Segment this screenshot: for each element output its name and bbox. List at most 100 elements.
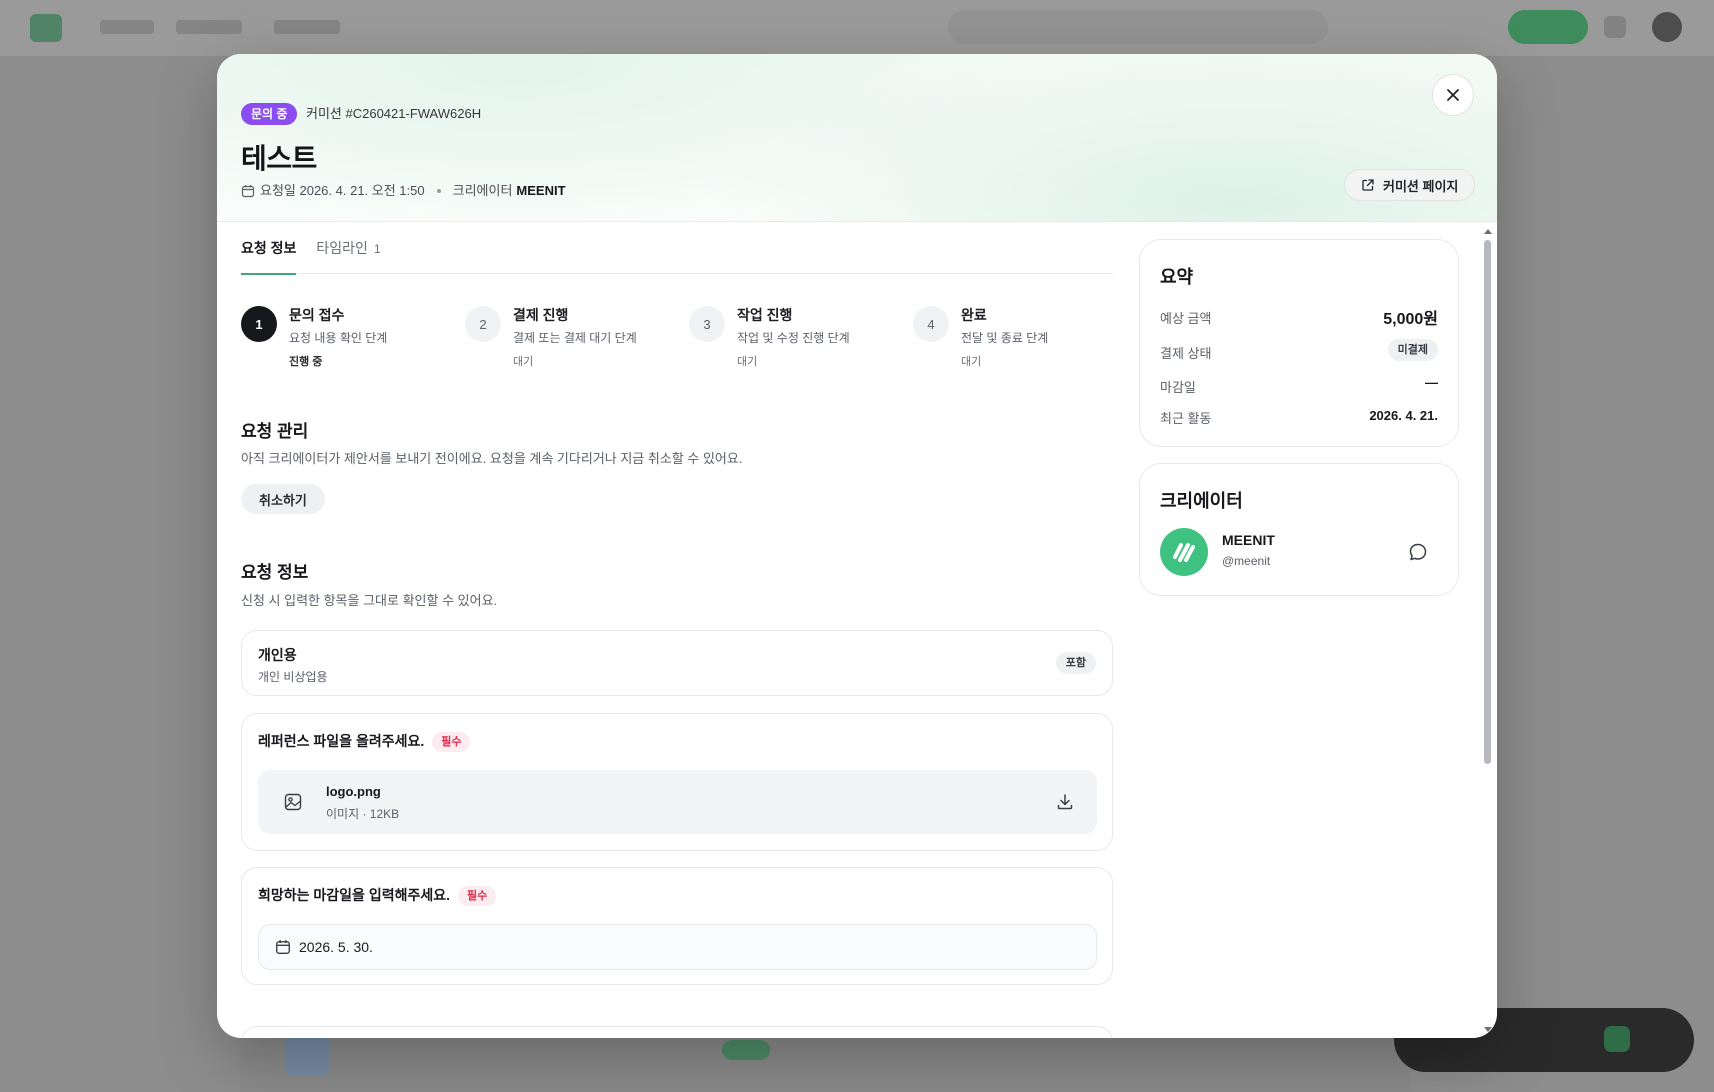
- background-thumbnail: [285, 1036, 329, 1076]
- file-size: 12KB: [369, 807, 400, 821]
- step-complete: 4 완료전달 및 종료 단계대기: [913, 306, 1137, 369]
- commission-code: 커미션 #C260421-FWAW626H: [306, 106, 482, 121]
- background-nav-item: [100, 20, 154, 34]
- file-name: logo.png: [326, 784, 381, 799]
- close-button[interactable]: [1432, 74, 1474, 116]
- file-type: 이미지: [326, 807, 360, 821]
- background-bell-icon: [1604, 16, 1626, 38]
- step-number: 4: [913, 306, 949, 342]
- next-card: [241, 1026, 1113, 1038]
- tab-count: 1: [373, 242, 381, 256]
- commission-page-button[interactable]: 커미션 페이지: [1344, 169, 1476, 201]
- summary-label: 마감일: [1160, 380, 1196, 395]
- step-inquiry: 1 문의 접수요청 내용 확인 단계진행 중: [241, 306, 465, 369]
- download-icon[interactable]: [1056, 793, 1074, 811]
- summary-label: 최근 활동: [1160, 411, 1212, 426]
- creator-title: 크리에이터: [1160, 491, 1243, 511]
- deadline-field[interactable]: 2026. 5. 30.: [258, 924, 1097, 970]
- creator-handle: @meenit: [1222, 554, 1271, 568]
- scrollbar-thumb[interactable]: [1484, 240, 1491, 764]
- background-list: [240, 1030, 1410, 1092]
- commission-page-label: 커미션 페이지: [1383, 178, 1459, 194]
- step-desc: 작업 및 수정 진행 단계: [737, 331, 850, 345]
- meenit-logo-icon: [1173, 543, 1195, 562]
- page-title: 테스트: [241, 143, 317, 174]
- deadline-summary: —: [1425, 375, 1438, 390]
- tab-timeline[interactable]: 타임라인 1: [316, 236, 380, 274]
- info-title: 요청 정보: [241, 563, 309, 582]
- modal-header: 문의 중 커미션 #C260421-FWAW626H 테스트 요청일 2026.…: [217, 54, 1497, 222]
- summary-card: 요약 예상 금액 5,000원 결제 상태 미결제 마감일 — 최근 활동 20…: [1139, 239, 1459, 447]
- tab-label: 요청 정보: [241, 240, 297, 256]
- background-header: [0, 0, 1714, 56]
- cancel-request-button[interactable]: 취소하기: [241, 484, 325, 514]
- manage-desc: 아직 크리에이터가 제안서를 보내기 전이에요. 요청을 계속 기다리거나 지금…: [241, 451, 743, 466]
- deadline-card: 희망하는 마감일을 입력해주세요. 필수 2026. 5. 30.: [241, 867, 1113, 985]
- usage-sub: 개인 비상업용: [258, 670, 328, 684]
- step-desc: 요청 내용 확인 단계: [289, 331, 388, 345]
- reference-header: 레퍼런스 파일을 올려주세요. 필수: [258, 731, 471, 752]
- step-desc: 전달 및 종료 단계: [961, 331, 1049, 345]
- step-state: 대기: [737, 356, 758, 368]
- meta-separator: [436, 189, 441, 193]
- step-title: 결제 진행: [513, 307, 569, 323]
- tab-request-info[interactable]: 요청 정보: [241, 236, 297, 275]
- background-avatar: [1652, 12, 1682, 42]
- step-payment: 2 결제 진행결제 또는 결제 대기 단계대기: [465, 306, 689, 369]
- step-title: 문의 접수: [289, 307, 345, 323]
- progress-steps: 1 문의 접수요청 내용 확인 단계진행 중 2 결제 진행결제 또는 결제 대…: [241, 306, 1141, 369]
- chat-icon[interactable]: [1408, 542, 1428, 562]
- deadline-header: 희망하는 마감일을 입력해주세요. 필수: [258, 885, 497, 906]
- calendar-icon: [241, 185, 255, 198]
- step-number: 2: [465, 306, 501, 342]
- last-activity: 2026. 4. 21.: [1369, 408, 1438, 423]
- reference-card: 레퍼런스 파일을 올려주세요. 필수 logo.png 이미지 · 12KB: [241, 713, 1113, 851]
- file-meta: 이미지 · 12KB: [326, 807, 400, 821]
- step-title: 작업 진행: [737, 307, 793, 323]
- summary-label: 예상 금액: [1160, 311, 1212, 326]
- scroll-up-arrow-icon[interactable]: [1483, 227, 1493, 235]
- manage-title: 요청 관리: [241, 422, 309, 441]
- background-chip: [722, 1040, 770, 1060]
- step-number: 1: [241, 306, 277, 342]
- creator-display-name[interactable]: MEENIT: [1222, 532, 1275, 548]
- step-state: 대기: [513, 356, 534, 368]
- creator-name: MEENIT: [516, 183, 566, 198]
- usage-title: 개인용: [258, 647, 297, 663]
- image-icon: [284, 793, 302, 811]
- step-state: 진행 중: [289, 356, 323, 368]
- request-date: 요청일 2026. 4. 21. 오전 1:50: [260, 183, 425, 198]
- tab-bar: 요청 정보 타임라인 1: [241, 236, 1113, 275]
- required-badge: 필수: [458, 885, 497, 906]
- info-desc: 신청 시 입력한 항목을 그대로 확인할 수 있어요.: [241, 593, 498, 608]
- background-action-button: [1508, 10, 1588, 44]
- estimated-price: 5,000원: [1383, 311, 1438, 328]
- external-link-icon: [1362, 179, 1374, 191]
- summary-title: 요약: [1160, 267, 1194, 287]
- calendar-icon: [276, 940, 290, 954]
- file-item: logo.png 이미지 · 12KB: [258, 770, 1097, 834]
- deadline-value: 2026. 5. 30.: [299, 939, 373, 955]
- scroll-down-arrow-icon[interactable]: [1483, 1026, 1493, 1034]
- creator-label: 크리에이터: [452, 183, 513, 198]
- summary-label: 결제 상태: [1160, 346, 1212, 361]
- step-state: 대기: [961, 356, 982, 368]
- background-logo: [30, 14, 62, 42]
- required-badge: 필수: [432, 731, 471, 752]
- request-meta: 요청일 2026. 4. 21. 오전 1:50 크리에이터 MEENIT: [241, 182, 566, 200]
- background-nav-item: [274, 20, 340, 34]
- creator-card: 크리에이터 MEENIT @meenit: [1139, 463, 1459, 596]
- usage-card: 개인용 개인 비상업용 포함: [241, 630, 1113, 696]
- step-number: 3: [689, 306, 725, 342]
- avatar[interactable]: [1160, 528, 1208, 576]
- commission-detail-modal: 문의 중 커미션 #C260421-FWAW626H 테스트 요청일 2026.…: [217, 54, 1497, 1038]
- close-icon: [1447, 89, 1459, 101]
- payment-status-badge: 미결제: [1387, 339, 1438, 361]
- step-desc: 결제 또는 결제 대기 단계: [513, 331, 637, 345]
- reference-title: 레퍼런스 파일을 올려주세요.: [258, 733, 425, 749]
- step-work: 3 작업 진행작업 및 수정 진행 단계대기: [689, 306, 913, 369]
- status-badge: 문의 중: [241, 103, 298, 125]
- deadline-title: 희망하는 마감일을 입력해주세요.: [258, 887, 450, 903]
- step-title: 완료: [961, 307, 987, 323]
- background-nav-item: [176, 20, 242, 34]
